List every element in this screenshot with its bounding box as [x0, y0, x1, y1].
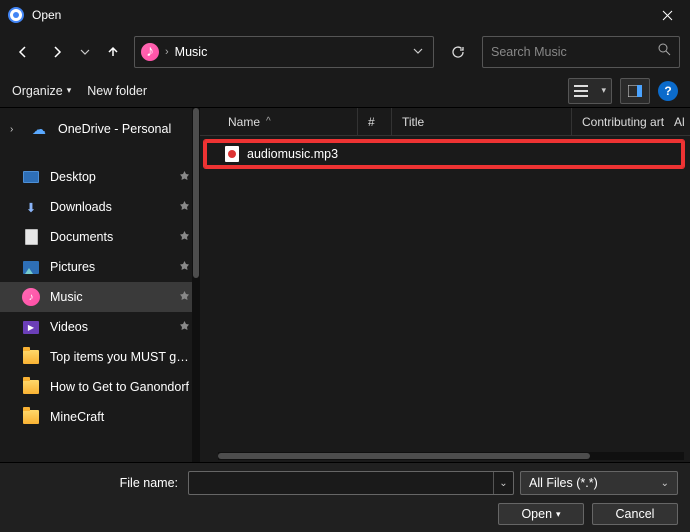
- organize-label: Organize: [12, 84, 63, 98]
- cloud-icon: ☁: [30, 120, 48, 138]
- chevron-down-icon: ⌄: [661, 478, 669, 489]
- column-headers: Name # Title Contributing artists Al: [200, 108, 690, 136]
- recent-dropdown[interactable]: [78, 38, 92, 66]
- open-button[interactable]: Open ▾: [498, 503, 584, 525]
- column-contributing-artists[interactable]: Contributing artists: [572, 108, 664, 135]
- sidebar-item-documents[interactable]: Documents: [0, 222, 200, 252]
- address-bar[interactable]: ♪ › Music: [134, 36, 434, 68]
- pin-icon: [179, 230, 190, 245]
- sidebar-item-label: Documents: [50, 230, 169, 244]
- sidebar-item-pictures[interactable]: Pictures: [0, 252, 200, 282]
- column-track-number[interactable]: #: [358, 108, 392, 135]
- sidebar-item-label: Downloads: [50, 200, 169, 214]
- navbar: ♪ › Music: [0, 30, 690, 74]
- filter-label: All Files (*.*): [529, 476, 598, 490]
- pin-icon: [179, 290, 190, 305]
- sidebar-item-label: Top items you MUST get to: [50, 350, 190, 364]
- sidebar-item-videos[interactable]: ▶Videos: [0, 312, 200, 342]
- sidebar: › ☁ OneDrive - Personal Desktop ⬇Download…: [0, 108, 200, 462]
- filename-input[interactable]: [189, 476, 493, 490]
- titlebar: Open: [0, 0, 690, 30]
- column-title[interactable]: Title: [392, 108, 572, 135]
- window-title: Open: [32, 8, 644, 22]
- sidebar-item-top-items-you-must-get-to[interactable]: Top items you MUST get to: [0, 342, 200, 372]
- sidebar-item-music[interactable]: ♪Music: [0, 282, 200, 312]
- pin-icon: [179, 260, 190, 275]
- music-folder-icon: ♪: [141, 43, 159, 61]
- app-icon: [8, 7, 24, 23]
- forward-button[interactable]: [44, 38, 70, 66]
- sidebar-item-onedrive[interactable]: › ☁ OneDrive - Personal: [0, 114, 200, 144]
- file-list-panel: Name # Title Contributing artists Al aud…: [200, 108, 690, 462]
- column-album[interactable]: Al: [664, 108, 684, 135]
- sidebar-item-label: Desktop: [50, 170, 169, 184]
- pin-icon: [179, 320, 190, 335]
- filename-field[interactable]: ⌄: [188, 471, 514, 495]
- filename-label: File name:: [12, 476, 182, 490]
- split-dropdown-icon[interactable]: ▾: [556, 509, 561, 520]
- sidebar-item-how-to-get-to-ganondorf[interactable]: How to Get to Ganondorf: [0, 372, 200, 402]
- breadcrumb-separator-icon: ›: [165, 46, 169, 58]
- search-box[interactable]: [482, 36, 680, 68]
- footer: File name: ⌄ All Files (*.*) ⌄ Open ▾ Can…: [0, 462, 690, 532]
- sidebar-item-label: How to Get to Ganondorf: [50, 380, 190, 394]
- column-name[interactable]: Name: [218, 108, 358, 135]
- search-icon: [652, 43, 671, 61]
- organize-menu[interactable]: Organize ▾: [12, 84, 71, 98]
- sidebar-item-label: Videos: [50, 320, 169, 334]
- filename-dropdown[interactable]: ⌄: [493, 472, 513, 494]
- search-input[interactable]: [491, 45, 652, 59]
- sidebar-item-minecraft[interactable]: MineCraft: [0, 402, 200, 432]
- sidebar-scrollbar[interactable]: [192, 108, 200, 462]
- audio-file-icon: [225, 146, 239, 162]
- sidebar-item-downloads[interactable]: ⬇Downloads: [0, 192, 200, 222]
- sidebar-label: OneDrive - Personal: [58, 122, 190, 136]
- new-folder-button[interactable]: New folder: [87, 84, 147, 98]
- address-dropdown[interactable]: [409, 46, 427, 59]
- new-folder-label: New folder: [87, 84, 147, 98]
- sidebar-item-label: Pictures: [50, 260, 169, 274]
- up-button[interactable]: [100, 38, 126, 66]
- close-button[interactable]: [644, 0, 690, 30]
- filetype-filter[interactable]: All Files (*.*) ⌄: [520, 471, 678, 495]
- horizontal-scrollbar[interactable]: [218, 452, 684, 460]
- list-view-icon: [574, 85, 588, 97]
- pin-icon: [179, 170, 190, 185]
- cancel-label: Cancel: [616, 507, 655, 521]
- pin-icon: [179, 200, 190, 215]
- chevron-down-icon: ▾: [67, 85, 72, 96]
- file-row[interactable]: audiomusic.mp3: [204, 140, 684, 168]
- preview-pane-button[interactable]: [620, 78, 650, 104]
- sidebar-item-desktop[interactable]: Desktop: [0, 162, 200, 192]
- chevron-right-icon: ›: [10, 124, 20, 135]
- cancel-button[interactable]: Cancel: [592, 503, 678, 525]
- view-mode-button[interactable]: ▾: [568, 78, 612, 104]
- refresh-button[interactable]: [442, 36, 474, 68]
- open-label: Open: [521, 507, 552, 521]
- chevron-down-icon: ▾: [601, 85, 606, 96]
- address-location: Music: [175, 45, 403, 59]
- back-button[interactable]: [10, 38, 36, 66]
- sidebar-item-label: MineCraft: [50, 410, 190, 424]
- help-button[interactable]: ?: [658, 81, 678, 101]
- file-name: audiomusic.mp3: [247, 147, 338, 161]
- sidebar-item-label: Music: [50, 290, 169, 304]
- toolbar: Organize ▾ New folder ▾ ?: [0, 74, 690, 108]
